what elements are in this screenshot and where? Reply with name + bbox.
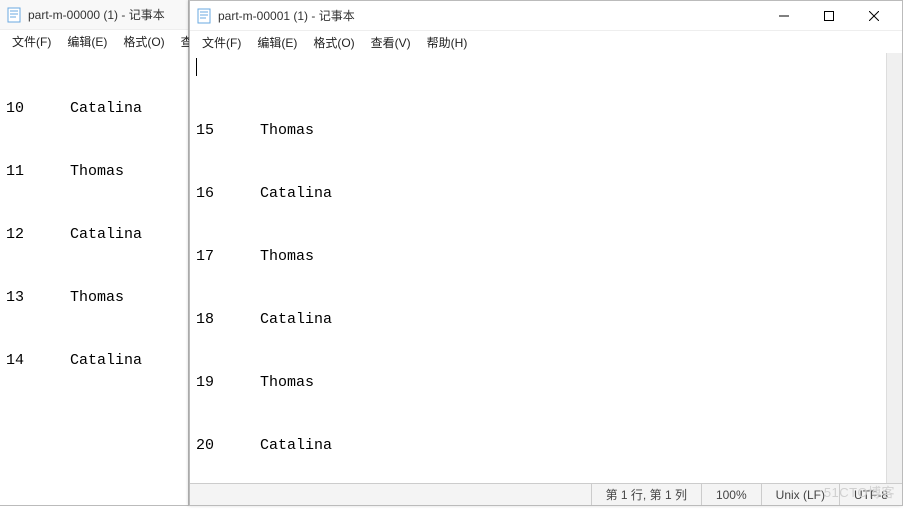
menubar: 文件(F) 编辑(E) 格式(O) 查看(V) 帮助(H) [190,31,902,53]
menu-edit[interactable]: 编辑(E) [59,31,115,52]
text-row: 17Thomas [196,246,896,267]
window-title: part-m-00000 (1) - 记事本 [28,6,165,23]
notepad-icon [6,7,22,23]
vertical-scrollbar[interactable] [886,53,902,483]
status-zoom: 100% [701,484,761,505]
text-row: 11Thomas [6,161,182,182]
menu-edit[interactable]: 编辑(E) [249,32,305,53]
text-row: 20Catalina [196,435,896,456]
text-row: 18Catalina [196,309,896,330]
menu-file[interactable]: 文件(F) [4,31,59,52]
text-row: 12Catalina [6,224,182,245]
text-row: 10Catalina [6,98,182,119]
statusbar: 第 1 行, 第 1 列 100% Unix (LF) UTF-8 [190,483,902,505]
minimize-button[interactable] [761,1,806,31]
titlebar[interactable]: part-m-00001 (1) - 记事本 [190,1,902,31]
notepad-window-back: part-m-00000 (1) - 记事本 文件(F) 编辑(E) 格式(O)… [0,0,189,506]
notepad-icon [196,8,212,24]
window-title: part-m-00001 (1) - 记事本 [218,7,355,24]
menu-help[interactable]: 帮助(H) [419,32,476,53]
text-row: 14Catalina [6,350,182,371]
close-button[interactable] [851,1,896,31]
maximize-button[interactable] [806,1,851,31]
notepad-window-front: part-m-00001 (1) - 记事本 文件(F) 编辑(E) 格式(O)… [189,0,903,506]
menu-format[interactable]: 格式(O) [305,32,362,53]
text-cursor [196,58,197,76]
titlebar[interactable]: part-m-00000 (1) - 记事本 [0,0,188,30]
text-row: 13Thomas [6,287,182,308]
menu-file[interactable]: 文件(F) [194,32,249,53]
status-encoding: UTF-8 [839,484,902,505]
menubar: 文件(F) 编辑(E) 格式(O) 查看 [0,30,188,52]
text-row: 16Catalina [196,183,896,204]
text-area[interactable]: 10Catalina 11Thomas 12Catalina 13Thomas … [0,52,188,505]
status-line-ending: Unix (LF) [761,484,839,505]
text-row: 15Thomas [196,120,896,141]
text-area[interactable]: 15Thomas 16Catalina 17Thomas 18Catalina … [190,53,902,483]
window-controls [761,1,896,30]
text-row: 19Thomas [196,372,896,393]
menu-format[interactable]: 格式(O) [115,31,172,52]
menu-view[interactable]: 查看(V) [363,32,419,53]
status-position: 第 1 行, 第 1 列 [591,484,701,505]
